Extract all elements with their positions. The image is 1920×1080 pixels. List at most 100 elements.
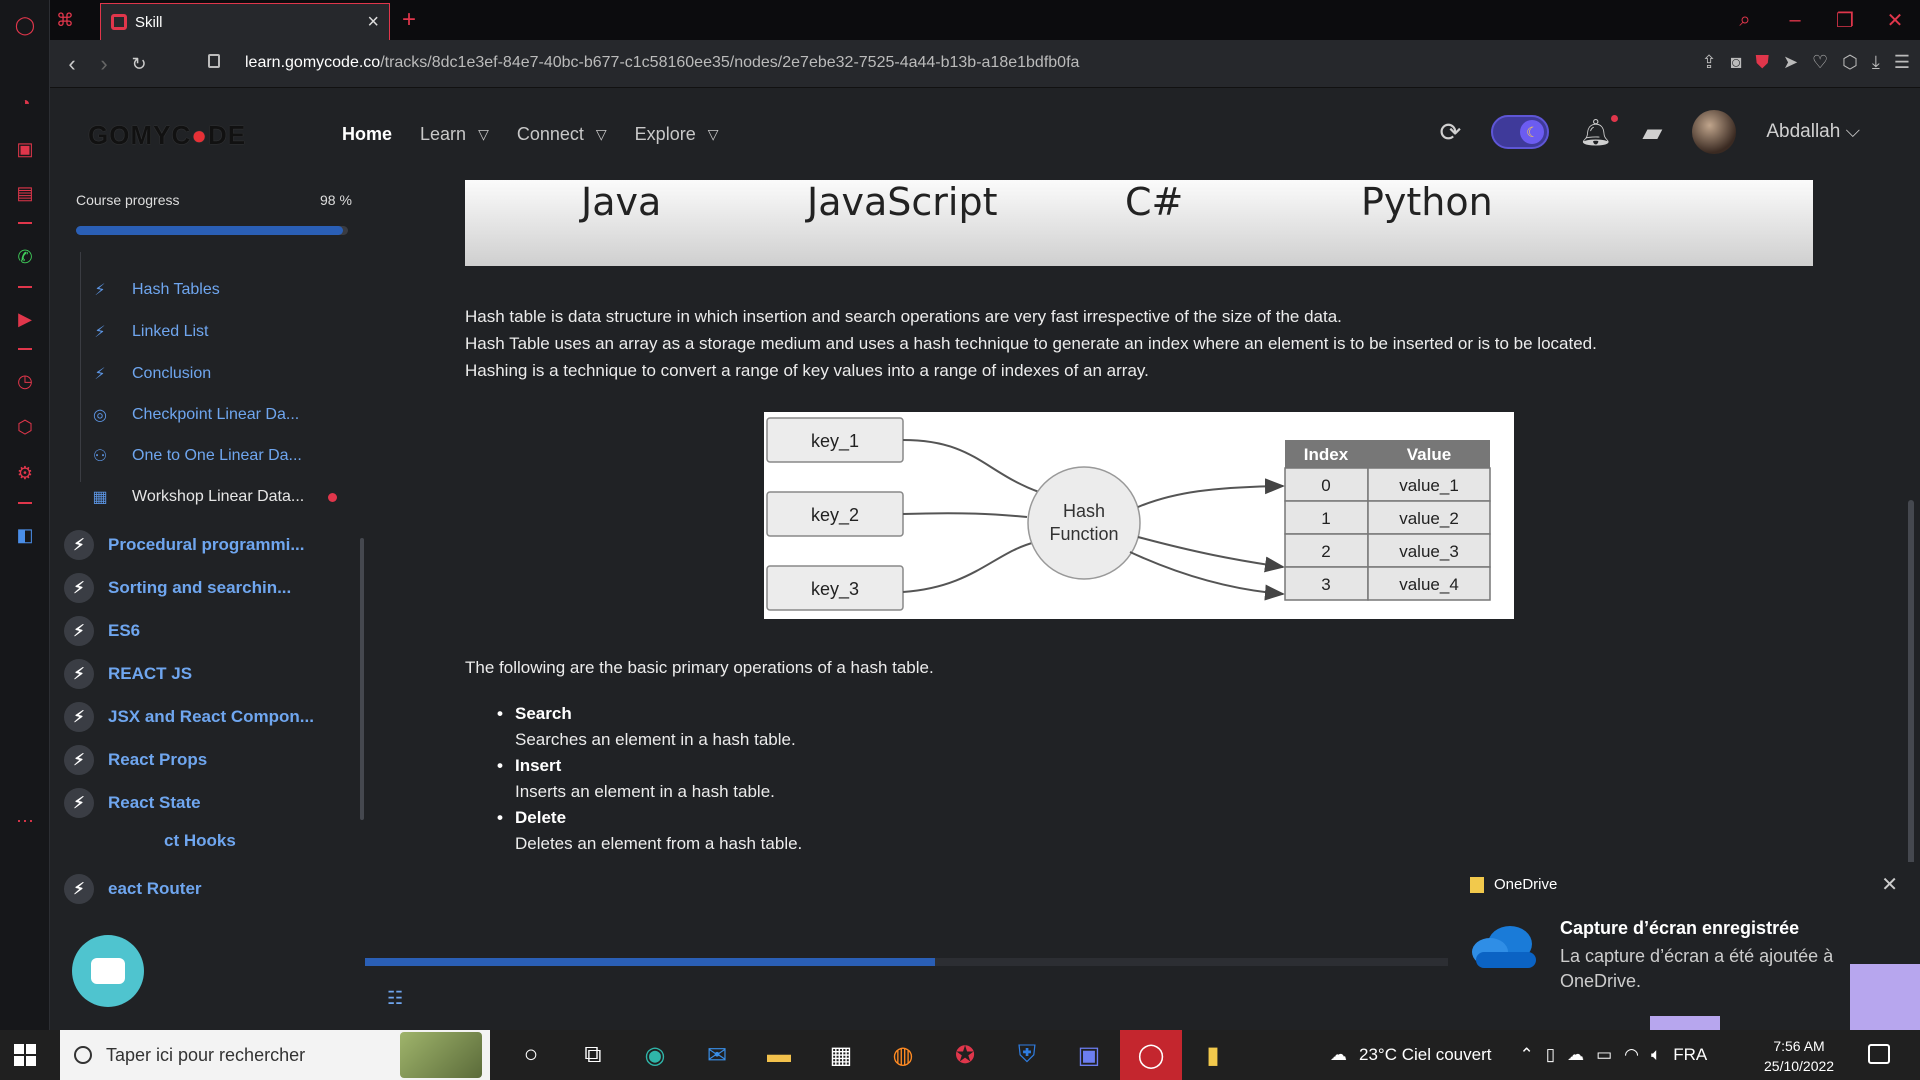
refresh-icon[interactable]: ⟳ — [1440, 117, 1462, 148]
sidebar-item-checkpoint[interactable]: ◎ Checkpoint Linear Da... — [90, 405, 299, 425]
sidebar-item-label: Checkpoint Linear Da... — [132, 406, 300, 423]
chapter-item[interactable]: ⚡︎ React State — [64, 788, 201, 818]
cloud-icon — [1472, 926, 1536, 968]
cube-icon[interactable]: ⬡ — [1842, 52, 1858, 73]
heart-icon[interactable]: ♡ — [1812, 52, 1828, 73]
mail-icon[interactable]: ✉ — [686, 1030, 748, 1080]
task-view-icon[interactable]: ⧉ — [562, 1030, 624, 1080]
dark-mode-toggle[interactable]: ☾ — [1491, 115, 1550, 149]
notification-center-icon[interactable] — [1868, 1044, 1890, 1064]
forward-icon[interactable]: › — [90, 50, 118, 78]
cortana-icon[interactable]: ○ — [500, 1030, 562, 1080]
defender-icon[interactable]: ⛨ — [996, 1030, 1058, 1080]
chapter-item[interactable]: ⚡︎ JSX and React Compon... — [64, 702, 314, 732]
chapter-item[interactable]: ⚡︎ eact Router — [64, 874, 202, 904]
history-icon[interactable]: ◷ — [10, 366, 40, 396]
sidebar-item-workshop[interactable]: ▦ Workshop Linear Data... — [90, 487, 338, 507]
nav-connect[interactable]: Connect ▽ — [517, 124, 607, 145]
sidebar-item-conclusion[interactable]: ⚡︎ Conclusion — [90, 364, 211, 384]
easy-setup-icon[interactable]: ☰ — [1894, 52, 1910, 73]
new-tab-icon[interactable]: + — [402, 6, 416, 34]
opera-taskbar-icon[interactable]: ◯ — [1120, 1030, 1182, 1080]
chapter-item[interactable]: ⚡︎ ES6 — [64, 616, 140, 646]
extensions-icon[interactable]: ⬡ — [10, 412, 40, 442]
nav-home[interactable]: Home — [342, 124, 392, 145]
send-icon[interactable]: ➤ — [1783, 52, 1798, 73]
whatsapp-icon[interactable]: ✆ — [10, 242, 40, 272]
player-icon[interactable]: ▶ — [10, 304, 40, 334]
adblock-icon[interactable]: ⛊ — [1755, 52, 1769, 73]
device-icon[interactable]: ▯ — [1546, 1045, 1555, 1065]
notes-icon[interactable]: ▮ — [1182, 1030, 1244, 1080]
volume-icon[interactable]: 🔈︎ — [1651, 1045, 1661, 1065]
taskbar-search[interactable]: Taper ici pour rechercher — [60, 1030, 490, 1080]
nav-learn[interactable]: Learn ▽ — [420, 124, 489, 145]
phone-link-icon[interactable]: ▣ — [1058, 1030, 1120, 1080]
lock-icon — [208, 54, 220, 68]
clock[interactable]: 7:56 AM 25/10/2022 — [1764, 1036, 1834, 1076]
list-item: Insert Inserts an element in a hash table… — [515, 756, 802, 802]
user-menu[interactable]: Abdallah ⌵ — [1766, 121, 1860, 143]
battery-icon[interactable]: ▭ — [1596, 1045, 1612, 1065]
settings-icon[interactable]: ⚙ — [10, 458, 40, 488]
chevron-up-icon[interactable]: ⌃ — [1519, 1045, 1533, 1065]
camera-icon[interactable]: ◙ — [1731, 52, 1742, 73]
chapter-item[interactable]: ⚡︎ Procedural programmi... — [64, 530, 305, 560]
nav-explore[interactable]: Explore ▽ — [635, 124, 719, 145]
opera-logo-icon[interactable]: ◯ — [10, 10, 40, 40]
edge-icon[interactable]: ◉ — [624, 1030, 686, 1080]
bell-icon[interactable]: 🔔︎ — [1579, 114, 1619, 148]
sidebar-item-label: Conclusion — [132, 365, 212, 382]
close-window-icon[interactable]: ✕ — [1870, 0, 1920, 40]
chapter-item[interactable]: ct Hooks — [164, 831, 236, 851]
chevron-down-icon: ▽ — [478, 126, 489, 142]
close-tab-icon[interactable]: × — [367, 11, 379, 34]
avatar[interactable] — [1692, 110, 1737, 154]
table-of-contents-icon[interactable]: ☷ — [387, 988, 403, 1009]
speed-dial-icon[interactable]: ◔ — [10, 88, 40, 118]
file-explorer-icon[interactable]: ▬ — [748, 1030, 810, 1080]
support-chat-button[interactable] — [72, 935, 144, 1007]
workshop-icon: ▦ — [92, 489, 108, 506]
more-icon[interactable]: ⋯ — [10, 806, 40, 836]
restore-icon[interactable]: ❐ — [1820, 0, 1870, 40]
chat-icon[interactable]: ▰ — [1642, 117, 1662, 148]
chapter-label: React Props — [108, 750, 208, 769]
windows-start-icon[interactable] — [14, 1044, 36, 1066]
toast-app: OneDrive — [1470, 876, 1557, 893]
store-icon[interactable]: ▦ — [810, 1030, 872, 1080]
sidebar-item-linked-list[interactable]: ⚡︎ Linked List — [90, 322, 208, 342]
weather-icon[interactable]: ☁ — [1330, 1045, 1347, 1065]
onedrive-tray-icon[interactable]: ☁ — [1567, 1045, 1584, 1065]
sidebar-item-one-to-one[interactable]: ⚇ One to One Linear Da... — [90, 446, 302, 466]
url-field[interactable]: learn.gomycode.co/tracks/8dc1e3ef-84e7-4… — [245, 54, 1079, 72]
search-tabs-icon[interactable]: ⌕ — [1720, 0, 1770, 40]
back-icon[interactable]: ‹ — [58, 50, 86, 78]
gx-icon[interactable]: ✪ — [934, 1030, 996, 1080]
share-icon[interactable]: ⇪ — [1701, 52, 1716, 73]
sidebar-scrollbar[interactable] — [360, 538, 364, 820]
browser-tab[interactable]: Skill × — [100, 3, 390, 40]
close-icon[interactable]: ✕ — [1881, 872, 1898, 897]
download-icon[interactable]: ⤓ — [1872, 52, 1880, 73]
language-indicator[interactable]: FRA — [1673, 1045, 1707, 1065]
chapter-item[interactable]: ⚡︎ Sorting and searchin... — [64, 573, 291, 603]
operation-desc: Deletes an element from a hash table. — [515, 834, 803, 853]
twitch-icon[interactable]: ▤ — [10, 178, 40, 208]
translate-icon[interactable]: ◧ — [10, 520, 40, 550]
wifi-icon[interactable]: ◠ — [1624, 1045, 1639, 1065]
sidebar-item-hash-tables[interactable]: ⚡︎ Hash Tables — [90, 280, 219, 300]
operation-title: Delete — [515, 808, 802, 828]
reload-icon[interactable]: ↻ — [125, 50, 153, 78]
chapter-item[interactable]: ⚡︎ REACT JS — [64, 659, 192, 689]
search-icon — [74, 1046, 92, 1064]
weather-text[interactable]: 23°C Ciel couvert — [1359, 1045, 1491, 1065]
firefox-icon[interactable]: ◍ — [872, 1030, 934, 1080]
chapter-label: JSX and React Compon... — [108, 707, 314, 726]
chapter-item[interactable]: ⚡︎ React Props — [64, 745, 207, 775]
briefcase-icon[interactable]: ▣ — [10, 134, 40, 164]
gomycode-logo[interactable]: GOMYC●DE — [88, 120, 246, 151]
bolt-icon: ⚡︎ — [64, 788, 94, 818]
minimize-icon[interactable]: – — [1770, 0, 1820, 40]
gamepad-icon[interactable]: ⌘ — [50, 5, 80, 35]
